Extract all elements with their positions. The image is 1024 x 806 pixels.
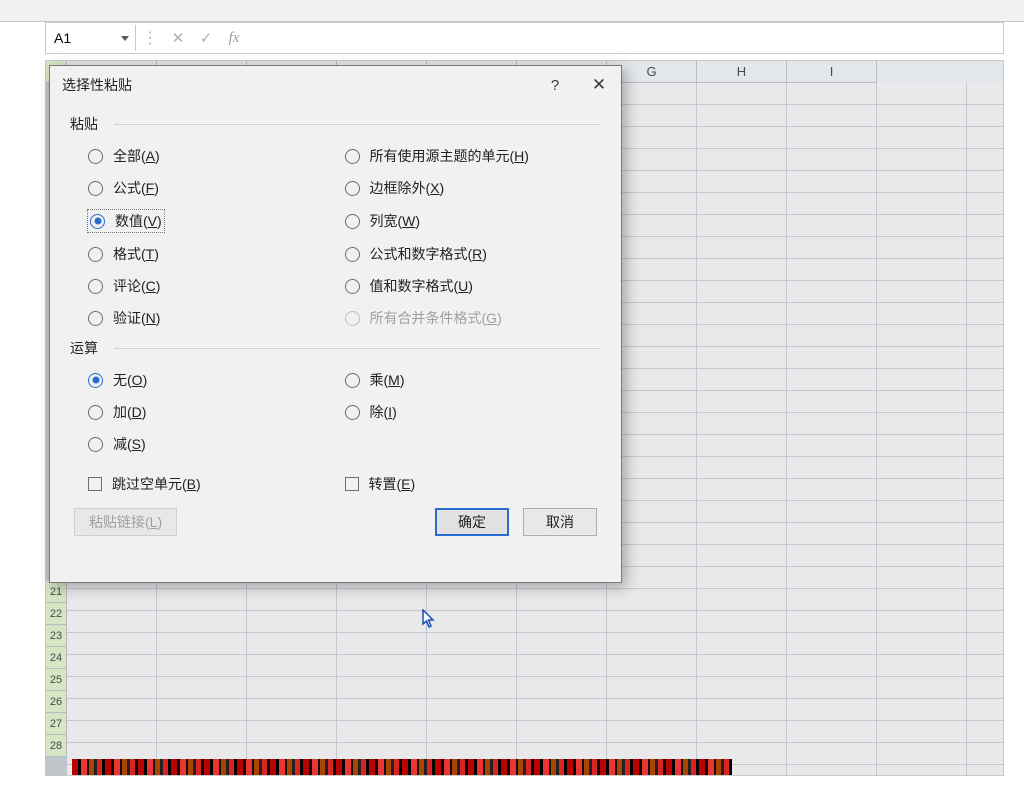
radio-theme[interactable]: 所有使用源主题的单元(H) bbox=[345, 146, 602, 166]
row-header-22[interactable]: 22 bbox=[46, 603, 67, 625]
radio-validation[interactable]: 验证(N) bbox=[88, 308, 345, 328]
radio-all[interactable]: 全部(A) bbox=[88, 146, 345, 166]
radio-add[interactable]: 加(D) bbox=[88, 402, 345, 422]
operation-group-label: 运算 bbox=[70, 338, 601, 358]
help-button[interactable]: ? bbox=[533, 77, 577, 94]
radio-icon bbox=[88, 405, 103, 420]
dialog-body: 粘贴 全部(A)所有使用源主题的单元(H)公式(F)边框除外(X) 数值(V) 列宽… bbox=[50, 104, 621, 582]
radio-icon bbox=[88, 149, 103, 164]
radio-comments[interactable]: 评论(C) bbox=[88, 276, 345, 296]
formula-bar: A1 ⋮ ✕ ✓ fx bbox=[45, 22, 1004, 54]
bottom-color-strip bbox=[72, 759, 732, 775]
row-headers: 2122232425262728 bbox=[46, 581, 67, 757]
column-header-H[interactable]: H bbox=[697, 61, 787, 83]
radio-formulas[interactable]: 公式(F) bbox=[88, 178, 345, 198]
radio-valnum[interactable]: 值和数字格式(U) bbox=[345, 276, 602, 296]
ok-button[interactable]: 确定 bbox=[435, 508, 509, 536]
radio-icon bbox=[88, 311, 103, 326]
radio-icon bbox=[345, 149, 360, 164]
radio-div[interactable]: 除(I) bbox=[345, 402, 602, 422]
close-button[interactable]: ✕ bbox=[577, 75, 621, 95]
row-header-28[interactable]: 28 bbox=[46, 735, 67, 757]
radio-icon bbox=[345, 247, 360, 262]
dialog-titlebar[interactable]: 选择性粘贴 ? ✕ bbox=[50, 66, 621, 104]
dialog-title: 选择性粘贴 bbox=[62, 75, 132, 95]
row-header-26[interactable]: 26 bbox=[46, 691, 67, 713]
radio-icon bbox=[345, 214, 360, 229]
radio-icon bbox=[88, 373, 103, 388]
insert-function-icon[interactable]: fx bbox=[220, 30, 248, 47]
radio-sub[interactable]: 减(S) bbox=[88, 434, 345, 454]
formula-bar-separator: ⋮ bbox=[136, 28, 164, 48]
checkbox-icon bbox=[345, 477, 359, 491]
operation-options-grid: 无(O)乘(M)加(D)除(I)减(S) bbox=[70, 364, 601, 460]
paste-group-label: 粘贴 bbox=[70, 114, 601, 134]
radio-icon bbox=[88, 247, 103, 262]
row-header-27[interactable]: 27 bbox=[46, 713, 67, 735]
row-header-24[interactable]: 24 bbox=[46, 647, 67, 669]
radio-mergecond: 所有合并条件格式(G) bbox=[345, 308, 602, 328]
formula-input[interactable] bbox=[248, 25, 1003, 51]
radio-icon bbox=[88, 437, 103, 452]
name-box-value: A1 bbox=[54, 30, 71, 46]
radio-icon bbox=[345, 279, 360, 294]
radio-mul[interactable]: 乘(M) bbox=[345, 370, 602, 390]
cancel-button[interactable]: 取消 bbox=[523, 508, 597, 536]
dialog-button-row: 粘贴链接(L) 确定 取消 bbox=[70, 494, 601, 540]
radio-icon bbox=[345, 405, 360, 420]
chevron-down-icon[interactable] bbox=[121, 36, 129, 41]
radio-icon bbox=[345, 181, 360, 196]
paste-special-dialog: 选择性粘贴 ? ✕ 粘贴 全部(A)所有使用源主题的单元(H)公式(F)边框除外… bbox=[49, 65, 622, 583]
radio-formnum[interactable]: 公式和数字格式(R) bbox=[345, 244, 602, 264]
window-chrome-cut bbox=[0, 0, 1024, 22]
row-header-23[interactable]: 23 bbox=[46, 625, 67, 647]
check-row: 跳过空单元(B) 转置(E) bbox=[70, 460, 601, 494]
checkbox-icon bbox=[88, 477, 102, 491]
column-header-I[interactable]: I bbox=[787, 61, 877, 83]
radio-icon bbox=[345, 373, 360, 388]
radio-icon bbox=[88, 181, 103, 196]
radio-exborders[interactable]: 边框除外(X) bbox=[345, 178, 602, 198]
skip-blanks-checkbox[interactable]: 跳过空单元(B) bbox=[88, 474, 345, 494]
accept-formula-icon[interactable]: ✓ bbox=[192, 29, 220, 47]
row-header-25[interactable]: 25 bbox=[46, 669, 67, 691]
radio-icon bbox=[345, 311, 360, 326]
radio-none[interactable]: 无(O) bbox=[88, 370, 345, 390]
radio-colw[interactable]: 列宽(W) bbox=[345, 210, 602, 232]
radio-icon bbox=[90, 214, 105, 229]
paste-link-button: 粘贴链接(L) bbox=[74, 508, 177, 536]
paste-options-grid: 全部(A)所有使用源主题的单元(H)公式(F)边框除外(X) 数值(V) 列宽(W)… bbox=[70, 140, 601, 334]
radio-formats[interactable]: 格式(T) bbox=[88, 244, 345, 264]
radio-values[interactable]: 数值(V) bbox=[88, 210, 164, 232]
transpose-checkbox[interactable]: 转置(E) bbox=[345, 474, 602, 494]
row-header-21[interactable]: 21 bbox=[46, 581, 67, 603]
radio-icon bbox=[88, 279, 103, 294]
cancel-formula-icon[interactable]: ✕ bbox=[164, 29, 192, 47]
name-box[interactable]: A1 bbox=[46, 25, 136, 51]
